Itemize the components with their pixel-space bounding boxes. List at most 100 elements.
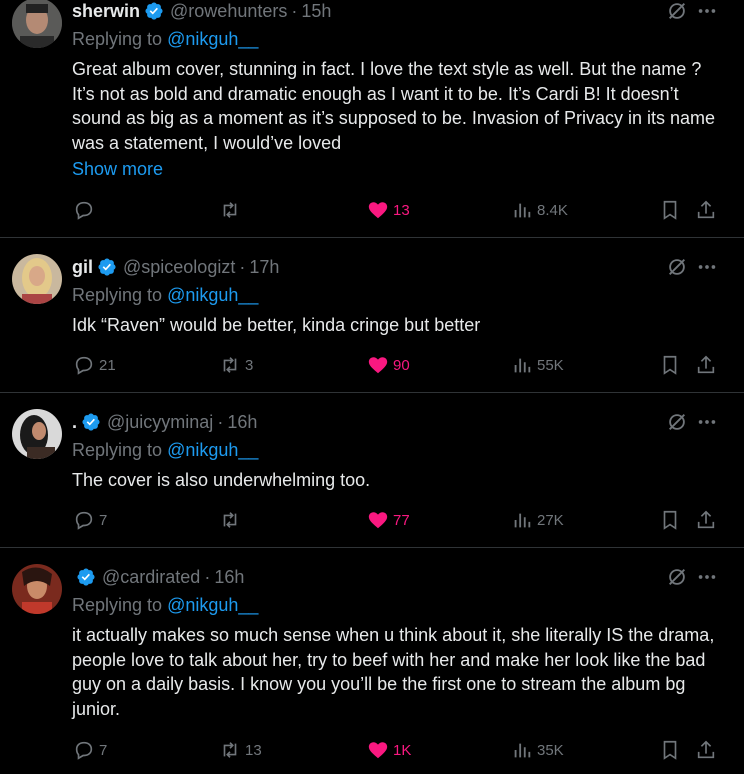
repost-button[interactable]: 3 <box>219 353 253 377</box>
views-button[interactable]: 35K <box>511 738 564 762</box>
views-count: 8.4K <box>537 201 568 219</box>
show-more-link[interactable]: Show more <box>72 159 163 180</box>
author-name[interactable]: . <box>72 412 77 433</box>
bookmark-button[interactable] <box>659 198 681 222</box>
separator-dot: · <box>239 256 246 277</box>
bookmark-icon <box>663 510 677 530</box>
repost-count: 13 <box>245 741 262 759</box>
grok-icon[interactable] <box>666 411 688 433</box>
verified-badge-icon <box>145 2 163 20</box>
timestamp[interactable]: 16h <box>214 567 244 588</box>
bookmark-button[interactable] <box>659 738 681 762</box>
more-icon[interactable] <box>696 566 718 588</box>
replying-to-label: Replying to <box>72 595 168 615</box>
author-name[interactable]: sherwin <box>72 1 140 22</box>
reply-icon <box>75 356 93 375</box>
avatar[interactable] <box>12 409 62 459</box>
mention-link[interactable]: @nikguh__ <box>167 29 258 49</box>
avatar[interactable] <box>12 0 62 48</box>
views-icon <box>514 203 531 218</box>
replying-to: Replying to @nikguh__ <box>72 440 258 461</box>
share-button[interactable] <box>695 198 717 222</box>
more-icon[interactable] <box>696 256 718 278</box>
verified-badge-icon <box>82 413 100 431</box>
author-handle[interactable]: @spiceologizt <box>123 257 235 278</box>
separator-dot: · <box>291 0 298 21</box>
bookmark-button[interactable] <box>659 353 681 377</box>
share-button[interactable] <box>695 738 717 762</box>
like-icon <box>368 202 388 219</box>
reply-icon <box>75 201 93 220</box>
views-icon <box>514 743 531 758</box>
views-button[interactable]: 55K <box>511 353 564 377</box>
author-handle[interactable]: @juicyyminaj <box>107 412 213 433</box>
like-icon <box>368 512 388 529</box>
grok-icon[interactable] <box>666 566 688 588</box>
bookmark-icon <box>663 355 677 375</box>
like-count: 90 <box>393 356 410 374</box>
reply-text: Great album cover, stunning in fact. I l… <box>72 59 716 153</box>
repost-button[interactable] <box>219 508 245 532</box>
mention-link[interactable]: @nikguh__ <box>167 440 258 460</box>
replying-to: Replying to @nikguh__ <box>72 29 258 50</box>
views-icon <box>514 358 531 373</box>
reply-button[interactable] <box>73 198 99 222</box>
mention-link[interactable]: @nikguh__ <box>167 595 258 615</box>
views-button[interactable]: 8.4K <box>511 198 568 222</box>
like-button[interactable]: 13 <box>367 198 410 222</box>
replying-to-label: Replying to <box>72 440 168 460</box>
more-icon[interactable] <box>696 411 718 433</box>
verified-badge-icon <box>98 258 116 276</box>
grok-icon[interactable] <box>666 256 688 278</box>
reply-item[interactable]: gil @spiceologizt · 17h Replying to @nik… <box>0 238 744 393</box>
views-count: 35K <box>537 741 564 759</box>
more-icon[interactable] <box>696 0 718 22</box>
like-count: 13 <box>393 201 410 219</box>
reply-button[interactable]: 21 <box>73 353 116 377</box>
like-count: 1K <box>393 741 412 759</box>
reply-button[interactable]: 7 <box>73 508 107 532</box>
avatar[interactable] <box>12 254 62 304</box>
author-handle[interactable]: @cardirated <box>102 567 200 588</box>
reply-count: 7 <box>99 741 108 759</box>
views-button[interactable]: 27K <box>511 508 564 532</box>
share-button[interactable] <box>695 353 717 377</box>
bookmark-icon <box>663 740 677 760</box>
like-button[interactable]: 1K <box>367 738 411 762</box>
reply-count: 21 <box>99 356 116 374</box>
bookmark-button[interactable] <box>659 508 681 532</box>
views-icon <box>514 513 531 528</box>
repost-icon <box>223 742 237 758</box>
share-icon <box>697 740 715 759</box>
replying-to: Replying to @nikguh__ <box>72 285 258 306</box>
author-name[interactable]: gil <box>72 257 93 278</box>
reply-text: it actually makes so much sense when u t… <box>72 625 715 719</box>
reply-count: 7 <box>99 511 108 529</box>
avatar[interactable] <box>12 564 62 614</box>
replying-to-label: Replying to <box>72 285 168 305</box>
share-button[interactable] <box>695 508 717 532</box>
reply-item[interactable]: sherwin @rowehunters · 15h Replying to @… <box>0 0 744 238</box>
grok-icon[interactable] <box>666 0 688 22</box>
mention-link[interactable]: @nikguh__ <box>167 285 258 305</box>
reply-text: The cover is also underwhelming too. <box>72 470 371 490</box>
like-button[interactable]: 77 <box>367 508 410 532</box>
reply-item[interactable]: . @juicyyminaj · 16h Replying to @nikguh… <box>0 393 744 548</box>
like-button[interactable]: 90 <box>367 353 410 377</box>
share-icon <box>697 355 715 374</box>
repost-button[interactable] <box>219 198 245 222</box>
reply-item[interactable]: @cardirated · 16h Replying to @nikguh__ … <box>0 548 744 774</box>
like-count: 77 <box>393 511 410 529</box>
bookmark-icon <box>663 200 677 220</box>
reply-text: Idk “Raven” would be better, kinda cring… <box>72 315 481 335</box>
timestamp[interactable]: 15h <box>301 1 331 22</box>
replying-to: Replying to @nikguh__ <box>72 595 258 616</box>
separator-dot: · <box>204 566 211 587</box>
reply-icon <box>75 741 93 760</box>
reply-button[interactable]: 7 <box>73 738 107 762</box>
views-count: 27K <box>537 511 564 529</box>
author-handle[interactable]: @rowehunters <box>170 1 287 22</box>
timestamp[interactable]: 17h <box>249 257 279 278</box>
repost-button[interactable]: 13 <box>219 738 262 762</box>
timestamp[interactable]: 16h <box>227 412 257 433</box>
